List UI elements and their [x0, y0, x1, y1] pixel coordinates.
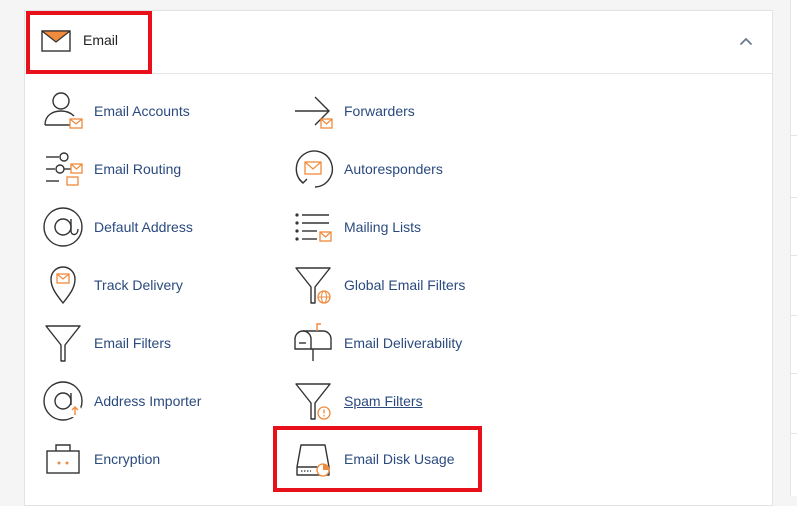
- tool-email-routing[interactable]: Email Routing: [40, 147, 181, 191]
- tool-label: Global Email Filters: [344, 277, 466, 293]
- tool-label: Address Importer: [94, 393, 202, 409]
- tool-label: Email Routing: [94, 161, 182, 177]
- encryption-icon: [40, 437, 86, 481]
- at-sign-icon: [40, 205, 86, 249]
- adjacent-panel-edge: [790, 0, 797, 496]
- tool-encryption[interactable]: Encryption: [40, 437, 160, 481]
- highlight-box-email-header: [26, 11, 152, 74]
- spam-filter-icon: [290, 379, 336, 423]
- tool-spam-filters[interactable]: Spam Filters: [290, 379, 423, 423]
- tool-label: Email Accounts: [94, 103, 190, 119]
- address-importer-icon: [40, 379, 86, 423]
- email-accounts-icon: [40, 89, 86, 133]
- adjacent-divider: [790, 315, 797, 316]
- forward-arrow-icon: [290, 89, 336, 133]
- adjacent-divider: [790, 135, 797, 136]
- adjacent-divider: [790, 197, 797, 198]
- tool-email-filters[interactable]: Email Filters: [40, 321, 171, 365]
- tool-email-accounts[interactable]: Email Accounts: [40, 89, 190, 133]
- chevron-up-icon[interactable]: [736, 31, 756, 51]
- autoresponder-icon: [290, 147, 336, 191]
- tool-default-address[interactable]: Default Address: [40, 205, 193, 249]
- tool-label: Email Filters: [94, 335, 172, 351]
- tool-label: Autoresponders: [344, 161, 443, 177]
- adjacent-divider: [790, 433, 797, 434]
- tool-label: Spam Filters: [344, 393, 423, 409]
- tool-mailing-lists[interactable]: Mailing Lists: [290, 205, 421, 249]
- tool-label: Forwarders: [344, 103, 415, 119]
- tool-email-deliverability[interactable]: Email Deliverability: [290, 321, 462, 365]
- tool-forwarders[interactable]: Forwarders: [290, 89, 415, 133]
- highlight-box-email-disk-usage: [273, 426, 482, 492]
- adjacent-divider: [790, 373, 797, 374]
- tool-label: Mailing Lists: [344, 219, 422, 235]
- email-routing-icon: [40, 147, 86, 191]
- adjacent-divider: [790, 255, 797, 256]
- tool-label: Email Deliverability: [344, 335, 463, 351]
- tool-global-email-filters[interactable]: Global Email Filters: [290, 263, 465, 307]
- tool-track-delivery[interactable]: Track Delivery: [40, 263, 183, 307]
- filter-icon: [40, 321, 86, 365]
- tool-address-importer[interactable]: Address Importer: [40, 379, 201, 423]
- tool-label: Default Address: [94, 219, 193, 235]
- tool-autoresponders[interactable]: Autoresponders: [290, 147, 443, 191]
- global-filter-icon: [290, 263, 336, 307]
- tool-label: Encryption: [94, 451, 161, 467]
- mailing-list-icon: [290, 205, 336, 249]
- map-pin-icon: [40, 263, 86, 307]
- mailbox-icon: [290, 321, 336, 365]
- tool-label: Track Delivery: [94, 277, 183, 293]
